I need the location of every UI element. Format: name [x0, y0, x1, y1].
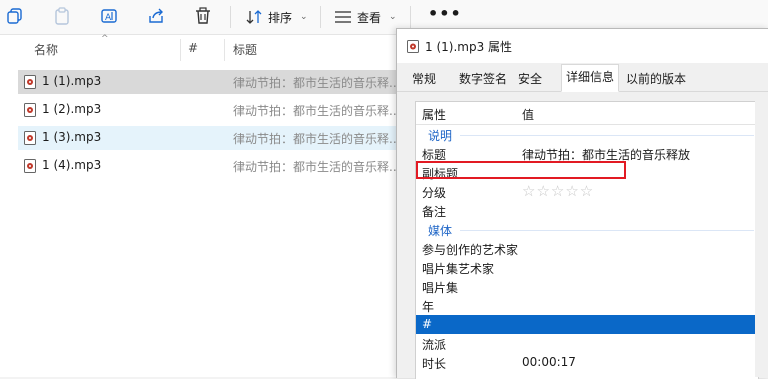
- delete-icon[interactable]: [194, 7, 212, 25]
- property-name: 备注: [422, 205, 447, 219]
- column-header-name[interactable]: 名称: [34, 41, 58, 58]
- dialog-tabs: 常规 数字签名 安全 详细信息 以前的版本: [397, 63, 768, 92]
- tab-digital-signatures[interactable]: 数字签名: [459, 70, 507, 87]
- file-title: 律动节拍：都市生活的音乐释...: [233, 104, 401, 118]
- column-header-property[interactable]: 属性: [422, 106, 446, 123]
- svg-text:A: A: [105, 13, 112, 23]
- column-header-number[interactable]: #: [188, 41, 198, 55]
- group-header-media: 媒体: [416, 220, 758, 239]
- file-name: 1 (2).mp3: [42, 102, 102, 116]
- property-name: 分级: [422, 186, 447, 200]
- tab-details[interactable]: 详细信息: [561, 64, 620, 92]
- property-row-contributing-artists[interactable]: 参与创作的艺术家: [416, 239, 758, 258]
- view-label: 查看: [357, 10, 382, 25]
- sort-icon: [246, 10, 262, 24]
- file-title: 律动节拍：都市生活的音乐释...: [233, 160, 401, 174]
- column-header-value[interactable]: 值: [522, 106, 534, 123]
- audio-file-icon: [24, 159, 36, 173]
- property-name: 流派: [422, 338, 447, 352]
- file-name: 1 (4).mp3: [42, 158, 102, 172]
- annotation-highlight-box: [416, 161, 626, 179]
- dialog-titlebar[interactable]: 1 (1).mp3 属性: [397, 29, 768, 63]
- paste-icon[interactable]: [53, 7, 71, 25]
- tab-previous-versions[interactable]: 以前的版本: [626, 70, 686, 87]
- property-name: 年: [422, 300, 435, 314]
- dialog-title: 1 (1).mp3 属性: [425, 40, 513, 54]
- rename-icon[interactable]: A: [100, 7, 118, 25]
- property-name: 时长: [422, 357, 447, 371]
- file-row[interactable]: 1 (3).mp3 律动节拍：都市生活的音乐释...: [18, 126, 410, 150]
- column-divider[interactable]: [180, 39, 181, 61]
- property-name: 唱片集: [422, 281, 459, 295]
- dialog-scrollbar[interactable]: [755, 100, 768, 377]
- property-row-year[interactable]: 年: [416, 296, 758, 315]
- sort-ascending-icon: ^: [101, 34, 109, 44]
- toolbar-divider: [320, 6, 321, 28]
- details-panel: 属性 值 说明 标题 律动节拍：都市生活的音乐释放 副标题 分级 ☆☆☆☆☆ 备…: [415, 101, 759, 379]
- audio-file-icon: [24, 103, 36, 117]
- property-row-track-number[interactable]: #: [416, 315, 758, 334]
- file-list: ^ 名称 # 标题 1 (1).mp3 律动节拍：都市生活的音乐释... 1 (…: [0, 34, 410, 377]
- file-row[interactable]: 1 (1).mp3 律动节拍：都市生活的音乐释...: [18, 70, 410, 94]
- property-name: 唱片集艺术家: [422, 262, 495, 276]
- chevron-down-icon: ⌄: [300, 12, 308, 22]
- group-label: 媒体: [428, 224, 453, 238]
- properties-dialog: 1 (1).mp3 属性 常规 数字签名 安全 详细信息 以前的版本 属性 值 …: [396, 28, 768, 379]
- audio-file-icon: [407, 40, 419, 53]
- group-divider: [460, 135, 754, 136]
- property-name: #: [422, 317, 433, 331]
- audio-file-icon: [24, 131, 36, 145]
- share-icon[interactable]: [147, 7, 165, 25]
- sort-label: 排序: [268, 10, 293, 25]
- property-row-comments[interactable]: 备注: [416, 201, 758, 220]
- toolbar-divider: [410, 6, 411, 28]
- file-title: 律动节拍：都市生活的音乐释...: [233, 76, 401, 90]
- file-name: 1 (3).mp3: [42, 130, 102, 144]
- more-options-button[interactable]: •••: [428, 4, 462, 23]
- property-row-length[interactable]: 时长 00:00:17: [416, 353, 758, 372]
- property-name: 参与创作的艺术家: [422, 243, 519, 257]
- file-title: 律动节拍：都市生活的音乐释...: [233, 132, 401, 146]
- property-row-album[interactable]: 唱片集: [416, 277, 758, 296]
- file-row[interactable]: 1 (2).mp3 律动节拍：都市生活的音乐释...: [18, 98, 410, 122]
- column-header-title[interactable]: 标题: [233, 41, 257, 58]
- group-divider: [460, 230, 754, 231]
- property-row-album-artist[interactable]: 唱片集艺术家: [416, 258, 758, 277]
- view-icon: [335, 11, 351, 23]
- property-row-genre[interactable]: 流派: [416, 334, 758, 353]
- property-row-rating[interactable]: 分级 ☆☆☆☆☆: [416, 182, 758, 201]
- file-row[interactable]: 1 (4).mp3 律动节拍：都市生活的音乐释...: [18, 154, 410, 178]
- tab-security[interactable]: 安全: [518, 70, 542, 87]
- tab-general[interactable]: 常规: [412, 70, 436, 87]
- copy-icon[interactable]: [6, 7, 24, 25]
- audio-file-icon: [24, 75, 36, 89]
- property-value: 00:00:17: [522, 355, 576, 369]
- toolbar-divider: [230, 6, 231, 28]
- view-button[interactable]: 查看 ⌄: [335, 6, 397, 28]
- star-rating[interactable]: ☆☆☆☆☆: [522, 182, 594, 200]
- group-label: 说明: [428, 129, 453, 143]
- sort-button[interactable]: 排序 ⌄: [246, 6, 308, 28]
- group-header-description: 说明: [416, 125, 758, 144]
- file-name: 1 (1).mp3: [42, 74, 102, 88]
- chevron-down-icon: ⌄: [389, 12, 397, 22]
- column-divider[interactable]: [224, 39, 225, 61]
